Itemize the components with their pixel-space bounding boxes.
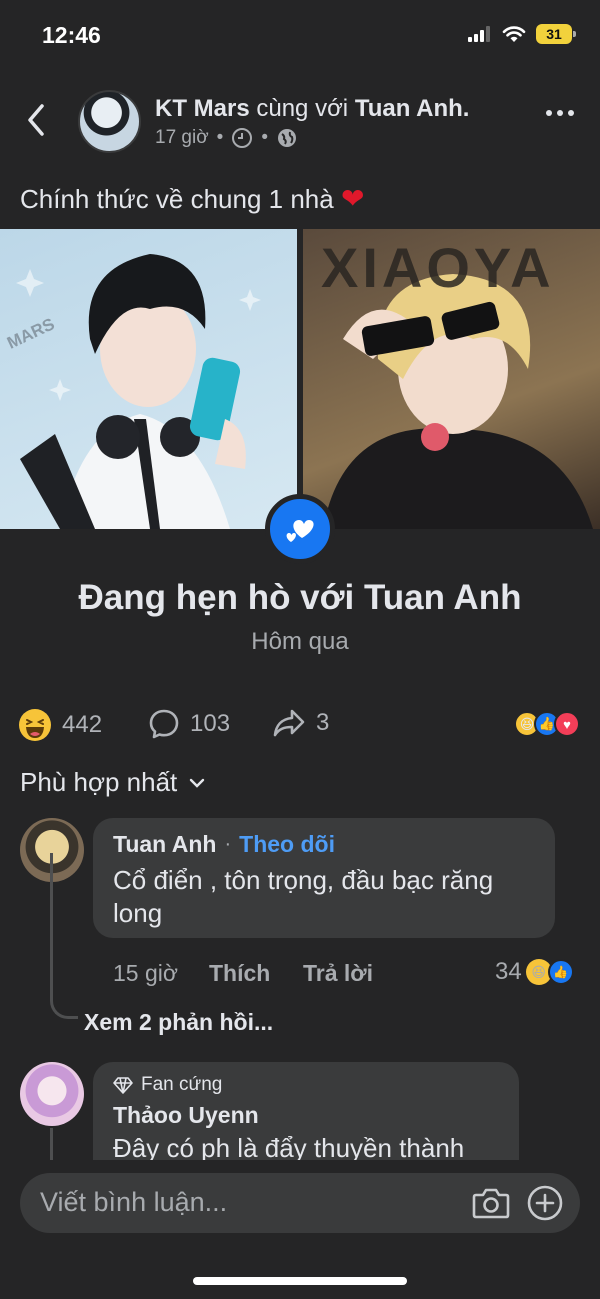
comment-text-line: long xyxy=(113,898,163,928)
comment-text-line: Cổ điển , tôn trọng, đầu bạc răng xyxy=(113,865,494,895)
share-icon xyxy=(273,709,305,737)
post-time[interactable]: 17 giờ xyxy=(155,127,209,149)
commenter-avatar[interactable] xyxy=(20,1062,84,1126)
post-meta: 17 giờ • • xyxy=(155,127,298,149)
globe-icon xyxy=(277,129,296,147)
battery-indicator: 31 xyxy=(536,24,576,44)
share-number: 3 xyxy=(316,709,330,736)
love-icon: ♥ xyxy=(554,711,580,737)
comment-bubble[interactable]: Tuan Anh · Theo dõi Cổ điển , tôn trọng,… xyxy=(93,818,555,938)
anime-boy-illustration xyxy=(16,254,261,529)
status-time: 12:46 xyxy=(42,22,101,48)
reaction-count[interactable]: 442 xyxy=(18,708,102,742)
comment-reactions[interactable]: 34 😆 👍 xyxy=(495,958,574,986)
photo-right[interactable]: XIAOYA xyxy=(303,229,600,529)
red-heart-icon: ❤ xyxy=(340,183,365,214)
reaction-number: 442 xyxy=(62,711,103,738)
diamond-icon xyxy=(113,1077,133,1094)
camera-icon[interactable] xyxy=(472,1186,510,1220)
reply-button[interactable]: Trả lời xyxy=(303,960,373,987)
fan-badge: Fan cứng xyxy=(113,1074,222,1096)
add-circle-icon[interactable] xyxy=(527,1185,563,1221)
tagged-name[interactable]: Tuan Anh. xyxy=(355,95,470,122)
post-header-title: KT Mars cùng với Tuan Anh. xyxy=(155,95,469,123)
clock-icon xyxy=(232,128,253,148)
comment-icon xyxy=(149,709,179,739)
author-name[interactable]: KT Mars xyxy=(155,95,250,122)
watermark-text: XIAOYA xyxy=(321,236,555,299)
more-options-icon[interactable] xyxy=(546,110,574,116)
comment-text: Cổ điển , tôn trọng, đầu bạc răng long xyxy=(113,864,493,930)
comment-number: 103 xyxy=(190,710,231,737)
comment-time: 15 giờ xyxy=(113,960,178,986)
reaction-summary[interactable]: 😆 👍 ♥ xyxy=(514,711,580,737)
hearts-icon xyxy=(286,520,314,542)
author-avatar[interactable] xyxy=(78,90,141,153)
chevron-down-icon xyxy=(190,778,205,788)
separator-dot: • xyxy=(216,127,224,148)
back-arrow-icon[interactable] xyxy=(22,100,52,140)
comment-reaction-count: 34 xyxy=(495,958,522,985)
badge-label: Fan cứng xyxy=(141,1074,223,1095)
signal-icon xyxy=(468,26,490,42)
comment-sort-dropdown[interactable]: Phù hợp nhất xyxy=(20,767,205,798)
separator-dot: • xyxy=(261,127,268,148)
wifi-icon xyxy=(502,26,526,42)
caption-text: Chính thức về chung 1 nhà xyxy=(20,184,334,214)
commenter-name[interactable]: Tuan Anh xyxy=(113,831,216,858)
thread-line xyxy=(50,853,78,1019)
heart-badge xyxy=(265,494,335,564)
comment-count[interactable]: 103 xyxy=(148,708,230,740)
commenter-name[interactable]: Thảoo Uyenn xyxy=(113,1102,259,1129)
view-replies-link[interactable]: Xem 2 phản hồi... xyxy=(84,1009,273,1036)
follow-link[interactable]: Theo dõi xyxy=(239,831,335,858)
status-icons: 31 xyxy=(468,24,576,44)
haha-reaction-icon xyxy=(19,709,51,741)
post-caption: Chính thức về chung 1 nhà ❤ xyxy=(20,182,364,215)
sort-label: Phù hợp nhất xyxy=(20,767,178,797)
comment-input-placeholder[interactable]: Viết bình luận... xyxy=(40,1187,227,1218)
with-text: cùng với xyxy=(256,95,349,122)
relationship-date: Hôm qua xyxy=(251,628,349,655)
photo-left[interactable]: MARS xyxy=(0,229,297,529)
comment-header: Tuan Anh · Theo dõi xyxy=(113,831,335,858)
home-indicator[interactable] xyxy=(193,1277,407,1285)
separator-dot: · xyxy=(224,833,232,855)
share-count[interactable]: 3 xyxy=(272,708,329,738)
like-icon: 👍 xyxy=(547,959,574,985)
relationship-title: Đang hẹn hò với Tuan Anh xyxy=(78,578,522,617)
like-button[interactable]: Thích xyxy=(209,960,270,987)
